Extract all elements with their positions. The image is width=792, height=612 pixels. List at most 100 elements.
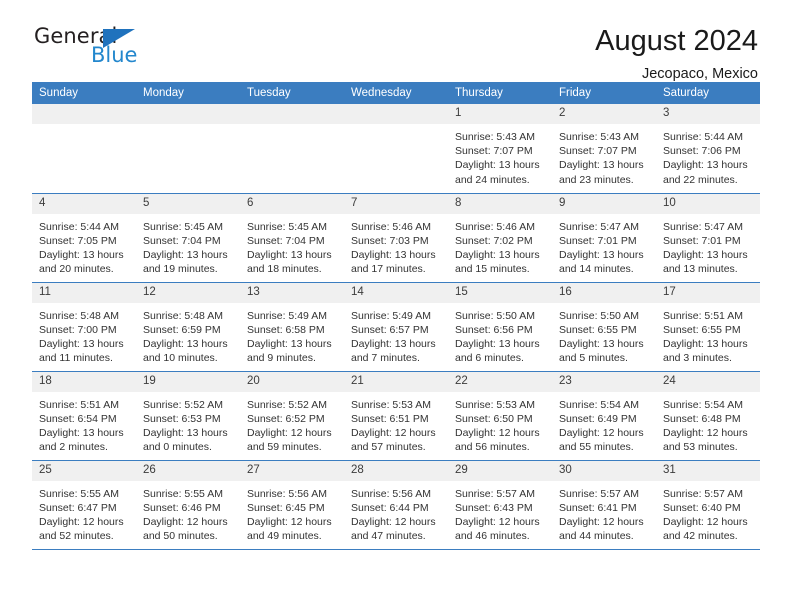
calendar-day-cell[interactable]: 3 Sunrise: 5:44 AM Sunset: 7:06 PM Daylight… [656, 104, 760, 194]
sunrise-text: Sunrise: 5:53 AM [455, 398, 535, 411]
daylight-text: Daylight: 12 hours and 47 minutes. [351, 515, 436, 543]
calendar-day-cell-empty [136, 104, 240, 194]
weekday-header-saturday: Saturday [656, 82, 760, 104]
sunset-text: Sunset: 6:54 PM [39, 412, 117, 425]
sunrise-text: Sunrise: 5:45 AM [247, 220, 327, 233]
calendar-day-cell[interactable]: 7 Sunrise: 5:46 AM Sunset: 7:03 PM Daylight… [344, 193, 448, 283]
calendar-day-cell[interactable]: 30 Sunrise: 5:57 AM Sunset: 6:41 PM Dayligh… [552, 460, 656, 550]
calendar-day-cell[interactable]: 27 Sunrise: 5:56 AM Sunset: 6:45 PM Dayligh… [240, 460, 344, 550]
daylight-text: Daylight: 13 hours and 13 minutes. [663, 248, 748, 276]
calendar-day-cell[interactable]: 23 Sunrise: 5:54 AM Sunset: 6:49 PM Dayligh… [552, 371, 656, 461]
sunrise-text: Sunrise: 5:46 AM [351, 220, 431, 233]
day-number: 18 [32, 371, 136, 392]
day-number: 13 [240, 282, 344, 303]
daylight-text: Daylight: 13 hours and 0 minutes. [143, 426, 228, 454]
sunrise-text: Sunrise: 5:50 AM [559, 309, 639, 322]
day-number: 23 [552, 371, 656, 392]
calendar-day-cell[interactable]: 25 Sunrise: 5:55 AM Sunset: 6:47 PM Dayligh… [32, 460, 136, 550]
calendar-day-cell[interactable]: 28 Sunrise: 5:56 AM Sunset: 6:44 PM Dayligh… [344, 460, 448, 550]
day-details: Sunrise: 5:51 AM Sunset: 6:55 PM Daylight:… [656, 303, 760, 366]
calendar-day-cell[interactable]: 20 Sunrise: 5:52 AM Sunset: 6:52 PM Dayligh… [240, 371, 344, 461]
day-number: 16 [552, 282, 656, 303]
day-details: Sunrise: 5:45 AM Sunset: 7:04 PM Daylight:… [240, 214, 344, 277]
sunrise-text: Sunrise: 5:57 AM [559, 487, 639, 500]
day-number: 6 [240, 193, 344, 214]
calendar-day-cell[interactable]: 2 Sunrise: 5:43 AM Sunset: 7:07 PM Daylight… [552, 104, 656, 194]
sunset-text: Sunset: 7:07 PM [559, 145, 637, 158]
sunset-text: Sunset: 6:40 PM [663, 501, 741, 514]
title-block: August 2024 Jecopaco, Mexico [595, 24, 760, 84]
day-details: Sunrise: 5:46 AM Sunset: 7:03 PM Daylight:… [344, 214, 448, 277]
day-details: Sunrise: 5:43 AM Sunset: 7:07 PM Daylight:… [552, 124, 656, 187]
sunset-text: Sunset: 6:45 PM [247, 501, 325, 514]
calendar-day-cell[interactable]: 15 Sunrise: 5:50 AM Sunset: 6:56 PM Dayligh… [448, 282, 552, 372]
calendar-day-cell[interactable]: 31 Sunrise: 5:57 AM Sunset: 6:40 PM Dayligh… [656, 460, 760, 550]
daylight-text: Daylight: 12 hours and 46 minutes. [455, 515, 540, 543]
day-number [136, 104, 240, 124]
sunset-text: Sunset: 6:52 PM [247, 412, 325, 425]
sunrise-text: Sunrise: 5:44 AM [663, 131, 743, 143]
sunrise-text: Sunrise: 5:56 AM [351, 487, 431, 500]
sunrise-text: Sunrise: 5:57 AM [663, 487, 743, 500]
sunrise-text: Sunrise: 5:51 AM [663, 309, 743, 322]
calendar-week-row: 1 Sunrise: 5:43 AM Sunset: 7:07 PM Daylight… [32, 104, 760, 194]
sunrise-text: Sunrise: 5:48 AM [39, 309, 119, 322]
calendar-day-cell[interactable]: 5 Sunrise: 5:45 AM Sunset: 7:04 PM Daylight… [136, 193, 240, 283]
calendar-day-cell[interactable]: 22 Sunrise: 5:53 AM Sunset: 6:50 PM Dayligh… [448, 371, 552, 461]
day-details: Sunrise: 5:57 AM Sunset: 6:40 PM Daylight:… [656, 481, 760, 544]
day-details: Sunrise: 5:45 AM Sunset: 7:04 PM Daylight:… [136, 214, 240, 277]
daylight-text: Daylight: 13 hours and 3 minutes. [663, 337, 748, 365]
calendar-day-cell[interactable]: 12 Sunrise: 5:48 AM Sunset: 6:59 PM Dayligh… [136, 282, 240, 372]
daylight-text: Daylight: 12 hours and 44 minutes. [559, 515, 644, 543]
daylight-text: Daylight: 13 hours and 23 minutes. [559, 159, 644, 186]
calendar-day-cell[interactable]: 8 Sunrise: 5:46 AM Sunset: 7:02 PM Daylight… [448, 193, 552, 283]
page-title: August 2024 [595, 25, 758, 57]
calendar-day-cell[interactable]: 29 Sunrise: 5:57 AM Sunset: 6:43 PM Dayligh… [448, 460, 552, 550]
calendar-day-cell[interactable]: 19 Sunrise: 5:52 AM Sunset: 6:53 PM Dayligh… [136, 371, 240, 461]
sunrise-text: Sunrise: 5:43 AM [559, 131, 639, 143]
day-number: 26 [136, 460, 240, 481]
calendar-day-cell[interactable]: 17 Sunrise: 5:51 AM Sunset: 6:55 PM Dayligh… [656, 282, 760, 372]
calendar-day-cell[interactable]: 14 Sunrise: 5:49 AM Sunset: 6:57 PM Dayligh… [344, 282, 448, 372]
day-details: Sunrise: 5:54 AM Sunset: 6:48 PM Daylight:… [656, 392, 760, 455]
calendar-day-cell[interactable]: 18 Sunrise: 5:51 AM Sunset: 6:54 PM Dayligh… [32, 371, 136, 461]
calendar-day-cell[interactable]: 26 Sunrise: 5:55 AM Sunset: 6:46 PM Dayligh… [136, 460, 240, 550]
day-number: 31 [656, 460, 760, 481]
sunrise-text: Sunrise: 5:54 AM [559, 398, 639, 411]
calendar-day-cell[interactable]: 21 Sunrise: 5:53 AM Sunset: 6:51 PM Dayligh… [344, 371, 448, 461]
day-details: Sunrise: 5:53 AM Sunset: 6:51 PM Daylight:… [344, 392, 448, 455]
general-blue-logo[interactable]: General Blue [32, 24, 152, 72]
calendar-day-cell[interactable]: 13 Sunrise: 5:49 AM Sunset: 6:58 PM Dayligh… [240, 282, 344, 372]
daylight-text: Daylight: 12 hours and 52 minutes. [39, 515, 124, 543]
day-details: Sunrise: 5:44 AM Sunset: 7:06 PM Daylight:… [656, 124, 760, 187]
calendar-day-cell[interactable]: 24 Sunrise: 5:54 AM Sunset: 6:48 PM Dayligh… [656, 371, 760, 461]
calendar-day-cell[interactable]: 1 Sunrise: 5:43 AM Sunset: 7:07 PM Daylight… [448, 104, 552, 194]
day-number: 21 [344, 371, 448, 392]
daylight-text: Daylight: 13 hours and 18 minutes. [247, 248, 332, 276]
daylight-text: Daylight: 13 hours and 14 minutes. [559, 248, 644, 276]
weekday-header-monday: Monday [136, 82, 240, 104]
weekday-header-friday: Friday [552, 82, 656, 104]
sunrise-text: Sunrise: 5:55 AM [39, 487, 119, 500]
daylight-text: Daylight: 12 hours and 50 minutes. [143, 515, 228, 543]
day-details: Sunrise: 5:47 AM Sunset: 7:01 PM Daylight:… [552, 214, 656, 277]
day-number [32, 104, 136, 124]
day-details: Sunrise: 5:47 AM Sunset: 7:01 PM Daylight:… [656, 214, 760, 277]
calendar-day-cell[interactable]: 6 Sunrise: 5:45 AM Sunset: 7:04 PM Daylight… [240, 193, 344, 283]
calendar-day-cell[interactable]: 10 Sunrise: 5:47 AM Sunset: 7:01 PM Dayligh… [656, 193, 760, 283]
calendar-day-cell[interactable]: 4 Sunrise: 5:44 AM Sunset: 7:05 PM Daylight… [32, 193, 136, 283]
calendar-day-cell[interactable]: 11 Sunrise: 5:48 AM Sunset: 7:00 PM Dayligh… [32, 282, 136, 372]
calendar-day-cell[interactable]: 9 Sunrise: 5:47 AM Sunset: 7:01 PM Daylight… [552, 193, 656, 283]
day-details: Sunrise: 5:57 AM Sunset: 6:43 PM Daylight:… [448, 481, 552, 544]
day-number [344, 104, 448, 124]
sunset-text: Sunset: 7:01 PM [559, 234, 637, 247]
daylight-text: Daylight: 13 hours and 22 minutes. [663, 159, 748, 186]
calendar-body: 1 Sunrise: 5:43 AM Sunset: 7:07 PM Daylight… [32, 104, 760, 550]
sunrise-text: Sunrise: 5:43 AM [455, 131, 535, 143]
daylight-text: Daylight: 13 hours and 20 minutes. [39, 248, 124, 276]
sunrise-text: Sunrise: 5:53 AM [351, 398, 431, 411]
day-details: Sunrise: 5:51 AM Sunset: 6:54 PM Daylight:… [32, 392, 136, 455]
daylight-text: Daylight: 12 hours and 42 minutes. [663, 515, 748, 543]
day-details: Sunrise: 5:43 AM Sunset: 7:07 PM Daylight:… [448, 124, 552, 187]
calendar-day-cell[interactable]: 16 Sunrise: 5:50 AM Sunset: 6:55 PM Dayligh… [552, 282, 656, 372]
